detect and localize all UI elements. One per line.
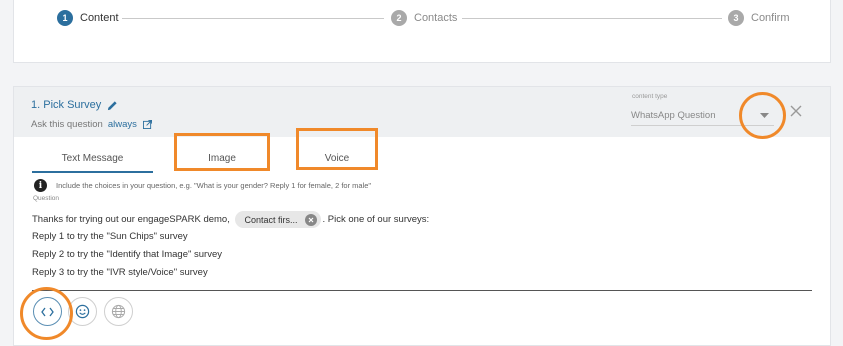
question-title: 1. Pick Survey bbox=[31, 99, 102, 111]
pencil-icon[interactable] bbox=[107, 100, 118, 111]
stepper: 1 Content 2 Contacts 3 Confirm bbox=[13, 0, 831, 63]
step-connector bbox=[122, 18, 384, 19]
ask-prefix: Ask this question bbox=[31, 119, 103, 130]
message-line-3[interactable]: Reply 2 to try the "Identify that Image"… bbox=[32, 249, 222, 260]
info-text: Include the choices in your question, e.… bbox=[56, 181, 372, 190]
step-connector bbox=[462, 18, 722, 19]
editor-divider bbox=[32, 290, 812, 291]
message-line-4[interactable]: Reply 3 to try the "IVR style/Voice" sur… bbox=[32, 267, 208, 278]
active-tab-indicator bbox=[32, 171, 153, 173]
step-number: 1 bbox=[57, 10, 73, 26]
globe-icon bbox=[111, 304, 126, 319]
content-type-value: WhatsApp Question bbox=[631, 110, 716, 121]
external-link-icon[interactable] bbox=[142, 120, 152, 129]
language-button[interactable] bbox=[104, 297, 133, 326]
message-text: . Pick one of our surveys: bbox=[322, 214, 430, 226]
highlight-circle bbox=[20, 287, 73, 340]
message-line-1[interactable]: Thanks for trying out our engageSPARK de… bbox=[32, 211, 429, 228]
highlight-box-voice bbox=[296, 128, 378, 170]
ask-frequency-link[interactable]: always bbox=[108, 119, 137, 130]
step-number: 3 bbox=[728, 10, 744, 26]
step-confirm[interactable]: 3 Confirm bbox=[728, 10, 790, 26]
close-icon[interactable] bbox=[789, 104, 803, 118]
message-text: Thanks for trying out our engageSPARK de… bbox=[32, 214, 230, 226]
highlight-box-image bbox=[174, 133, 270, 171]
contact-firstname-chip[interactable]: Contact firs... bbox=[234, 211, 321, 228]
step-contacts[interactable]: 2 Contacts bbox=[391, 10, 457, 26]
question-header: 1. Pick Survey Ask this question always … bbox=[14, 87, 830, 137]
content-type-label: content type bbox=[632, 93, 668, 100]
info-icon: i bbox=[34, 179, 47, 192]
tab-text-message[interactable]: Text Message bbox=[32, 144, 153, 172]
chip-remove-icon[interactable] bbox=[304, 213, 317, 226]
highlight-circle bbox=[739, 92, 786, 139]
step-label: Confirm bbox=[751, 12, 790, 24]
question-label: Question bbox=[33, 195, 60, 202]
chip-label: Contact firs... bbox=[244, 214, 298, 225]
step-label: Contacts bbox=[414, 12, 458, 24]
step-number: 2 bbox=[391, 10, 407, 26]
question-card: 1. Pick Survey Ask this question always … bbox=[13, 86, 831, 346]
smiley-icon bbox=[75, 304, 90, 319]
message-line-2[interactable]: Reply 1 to try the "Sun Chips" survey bbox=[32, 231, 188, 242]
info-row: i Include the choices in your question, … bbox=[34, 179, 371, 192]
ask-frequency-row: Ask this question always bbox=[31, 119, 152, 130]
step-label: Content bbox=[80, 12, 119, 24]
question-title-row[interactable]: 1. Pick Survey bbox=[31, 99, 118, 111]
step-content[interactable]: 1 Content bbox=[57, 10, 119, 26]
